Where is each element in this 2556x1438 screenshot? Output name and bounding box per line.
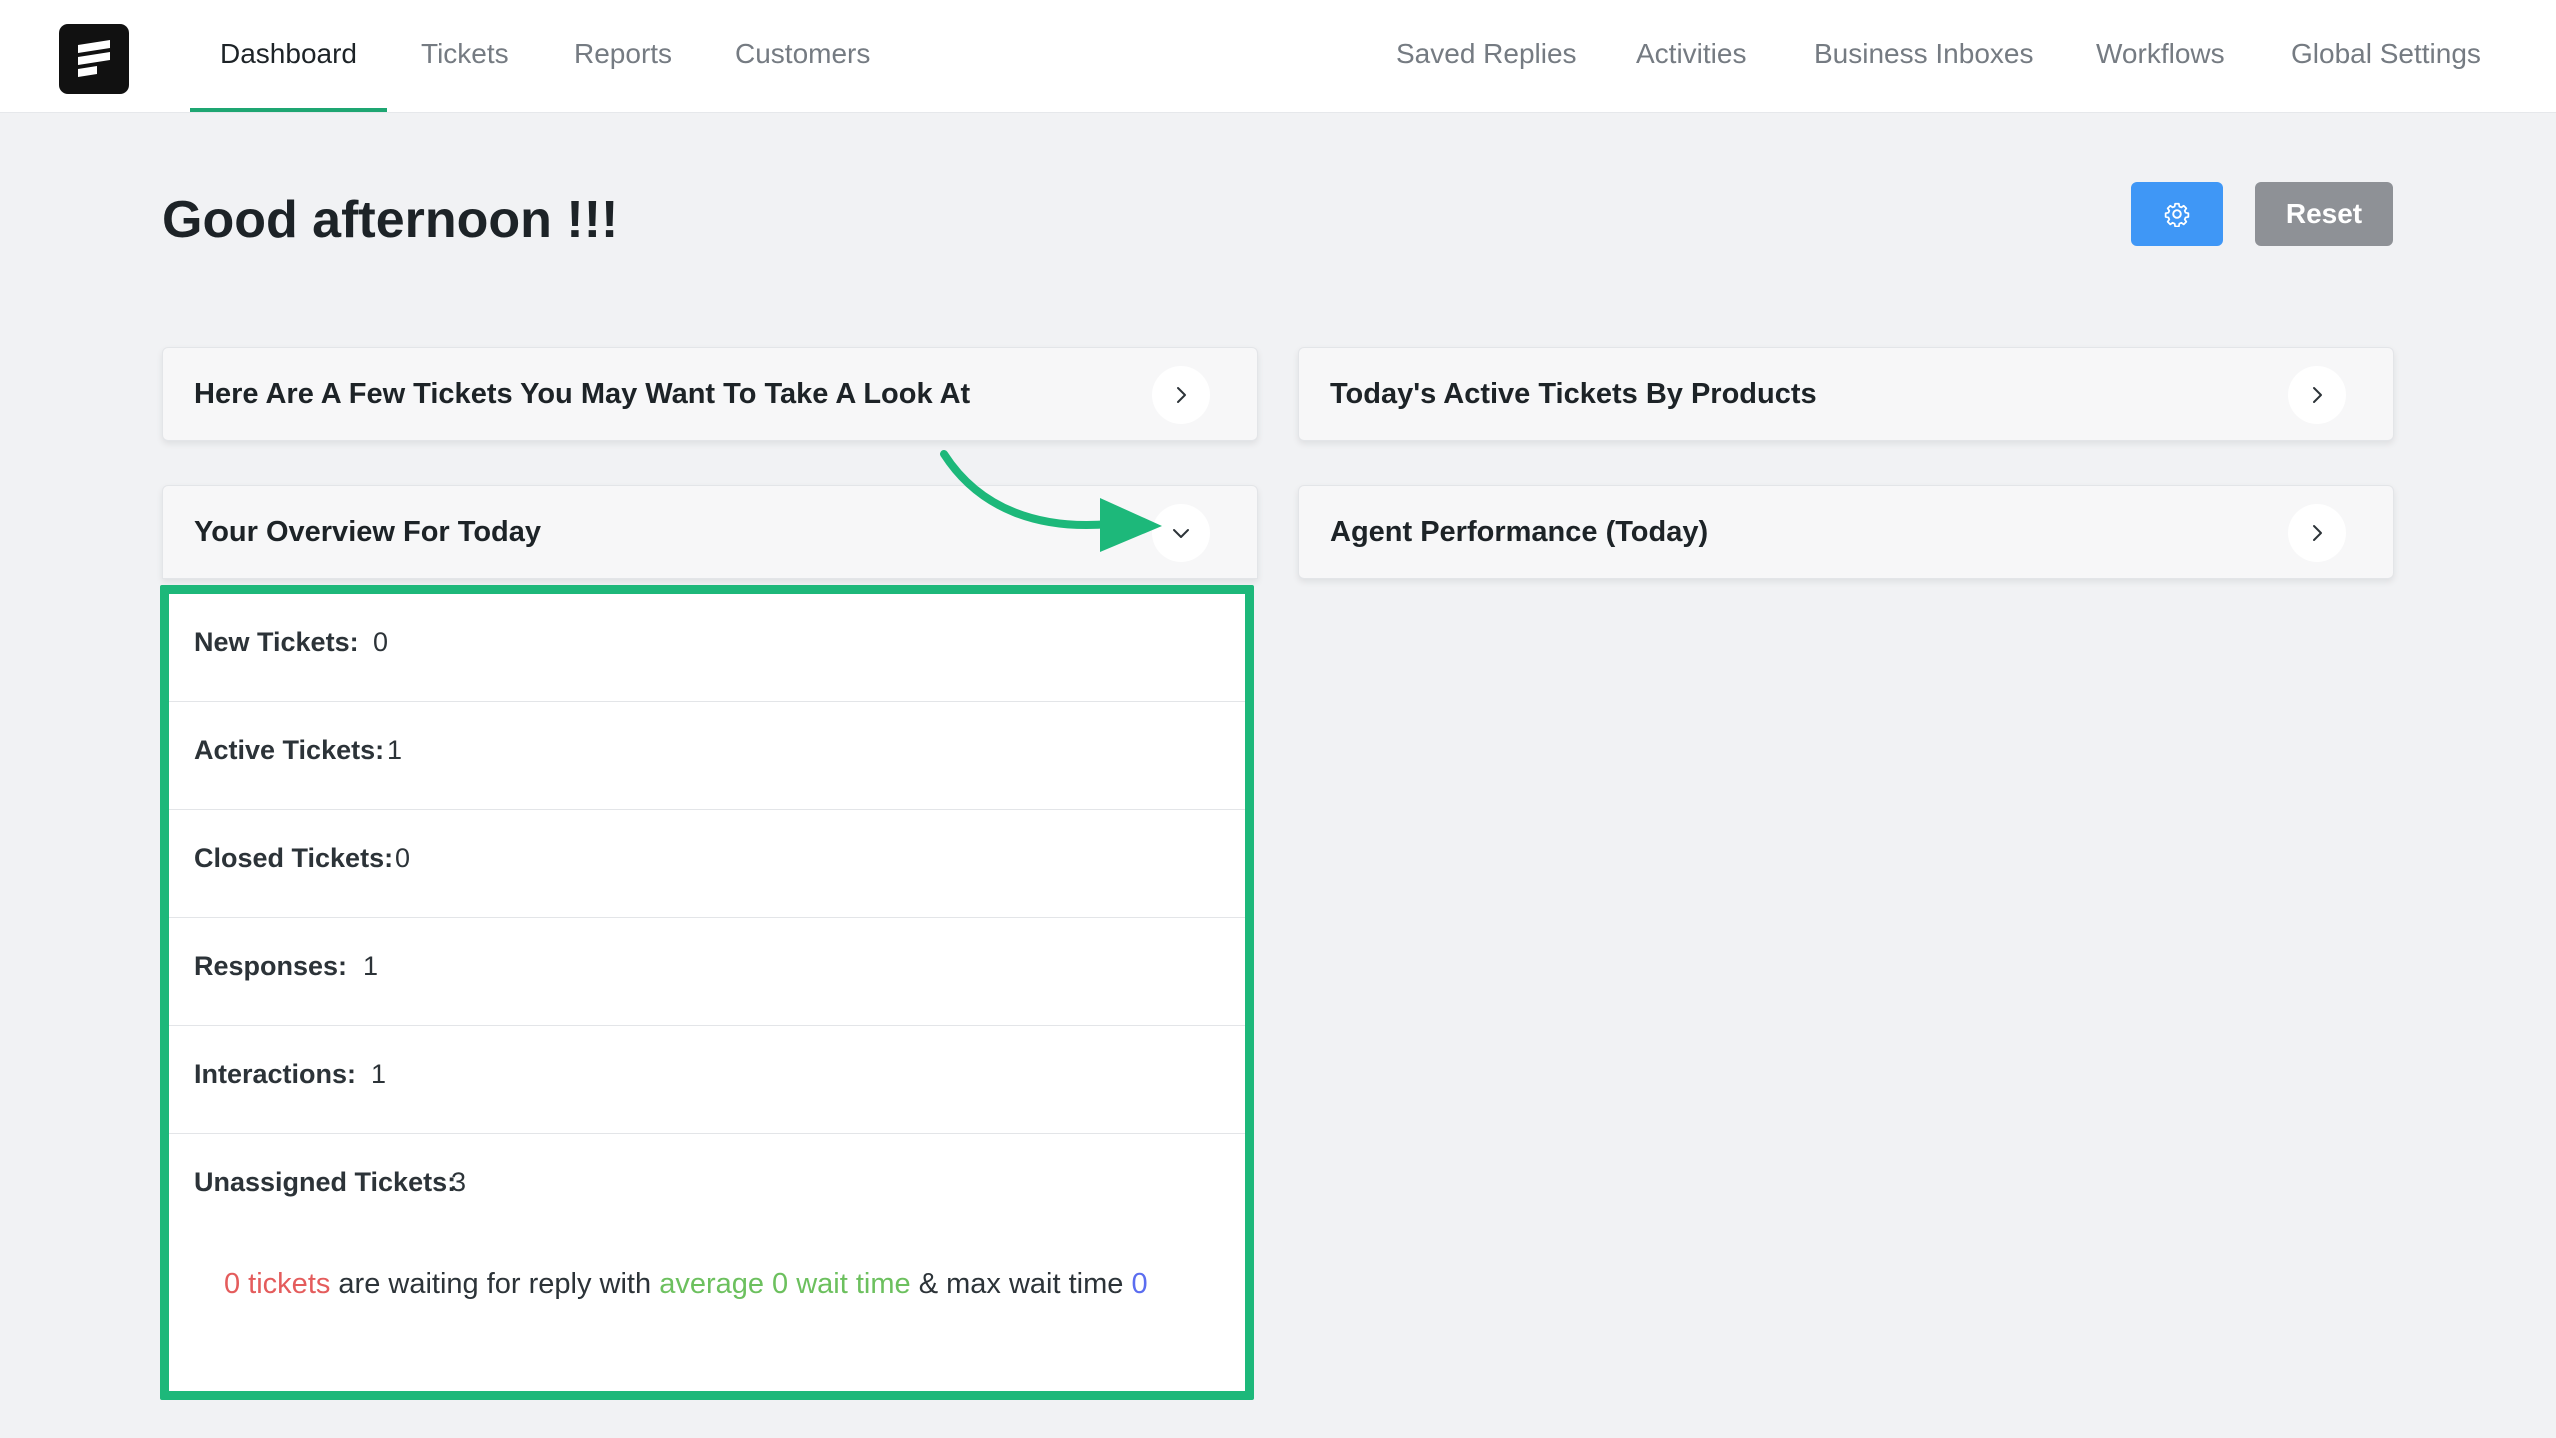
- stat-row-interactions: Interactions: 1: [169, 1026, 1245, 1134]
- stat-row-responses: Responses: 1: [169, 918, 1245, 1026]
- expand-button[interactable]: [1152, 366, 1210, 424]
- expand-button[interactable]: [2288, 366, 2346, 424]
- stat-value: 0: [395, 843, 411, 873]
- stat-label: New Tickets:: [194, 627, 359, 657]
- stat-row-active-tickets: Active Tickets: 1: [169, 702, 1245, 810]
- stat-label: Responses:: [194, 951, 348, 981]
- annotation-arrow-icon: [940, 450, 1162, 552]
- chevron-down-icon: [1173, 529, 1189, 538]
- card-title: Here Are A Few Tickets You May Want To T…: [194, 378, 971, 410]
- chevron-right-icon: [2313, 387, 2322, 403]
- stat-label: Active Tickets:: [194, 735, 385, 765]
- card-agent-performance[interactable]: Agent Performance (Today): [1298, 485, 2394, 579]
- average-wait-time: average 0 wait time: [659, 1268, 911, 1300]
- card-tickets-to-look-at[interactable]: Here Are A Few Tickets You May Want To T…: [162, 347, 1258, 441]
- stat-label: Unassigned Tickets:: [194, 1167, 457, 1197]
- stat-value: 1: [387, 735, 403, 765]
- summary-text: & max wait time: [910, 1268, 1132, 1300]
- stat-value: 1: [363, 951, 379, 981]
- nav-customers[interactable]: Customers: [735, 0, 870, 112]
- nav-workflows[interactable]: Workflows: [2096, 0, 2225, 112]
- app-logo-icon[interactable]: [59, 24, 129, 94]
- stat-row-closed-tickets: Closed Tickets: 0: [169, 810, 1245, 918]
- overview-stats-panel: New Tickets: 0 Active Tickets: 1 Closed …: [160, 585, 1254, 1400]
- reset-button[interactable]: Reset: [2255, 182, 2393, 246]
- nav-activities[interactable]: Activities: [1636, 0, 1746, 112]
- nav-business-inboxes[interactable]: Business Inboxes: [1814, 0, 2033, 112]
- page-title: Good afternoon !!!: [162, 191, 619, 249]
- dashboard-settings-button[interactable]: [2131, 182, 2223, 246]
- stat-label: Closed Tickets:: [194, 843, 394, 873]
- chevron-right-icon: [2313, 525, 2322, 541]
- nav-tickets[interactable]: Tickets: [421, 0, 509, 112]
- max-wait-time: 0: [1131, 1268, 1148, 1300]
- summary-text: are waiting for reply with: [330, 1268, 660, 1300]
- top-navigation: Dashboard Tickets Reports Customers Save…: [0, 0, 2556, 113]
- nav-dashboard[interactable]: Dashboard: [190, 0, 387, 112]
- stat-value: 3: [451, 1167, 467, 1197]
- stat-value: 0: [373, 627, 389, 657]
- stat-value: 1: [371, 1059, 387, 1089]
- chevron-right-icon: [1177, 387, 1186, 403]
- stat-label: Interactions:: [194, 1059, 357, 1089]
- nav-reports[interactable]: Reports: [574, 0, 672, 112]
- card-active-tickets-by-products[interactable]: Today's Active Tickets By Products: [1298, 347, 2394, 441]
- card-title: Your Overview For Today: [194, 516, 542, 548]
- gear-icon: [2164, 202, 2190, 227]
- stat-row-unassigned-tickets: Unassigned Tickets: 3: [169, 1134, 1245, 1242]
- nav-saved-replies[interactable]: Saved Replies: [1396, 0, 1577, 112]
- stat-row-new-tickets: New Tickets: 0: [169, 594, 1245, 702]
- card-title: Agent Performance (Today): [1330, 516, 1709, 548]
- expand-button[interactable]: [2288, 504, 2346, 562]
- waiting-tickets-count: 0 tickets: [224, 1268, 331, 1300]
- card-title: Today's Active Tickets By Products: [1330, 378, 1817, 410]
- nav-global-settings[interactable]: Global Settings: [2291, 0, 2481, 112]
- wait-time-summary: 0 tickets are waiting for reply with ave…: [224, 1268, 1148, 1301]
